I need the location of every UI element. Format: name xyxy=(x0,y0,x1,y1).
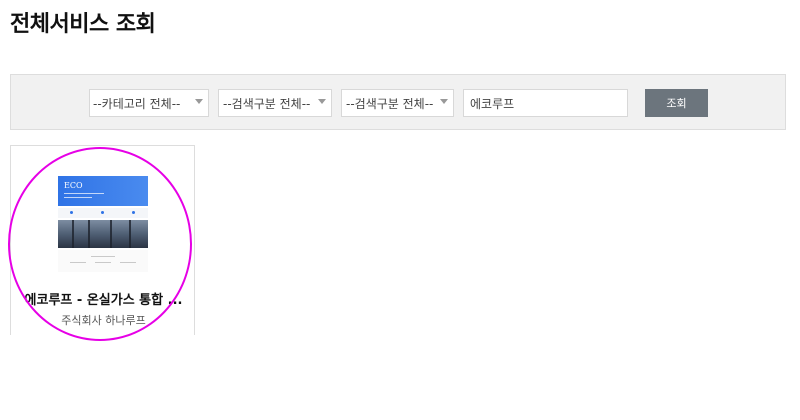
search-type-select-1[interactable]: --검색구분 전체-- xyxy=(218,89,332,117)
thumbnail-footer-line xyxy=(120,262,136,263)
thumbnail-photo-beam xyxy=(72,220,74,248)
category-select-label: --카테고리 전체-- xyxy=(93,96,181,111)
search-button[interactable]: 조회 xyxy=(645,89,708,117)
thumbnail-footer-line xyxy=(95,262,111,263)
search-panel: --카테고리 전체-- --검색구분 전체-- --검색구분 전체-- 조회 xyxy=(10,74,786,130)
service-card-company: 주식회사 하나루프 xyxy=(61,314,146,327)
search-type-select-1-label: --검색구분 전체-- xyxy=(223,96,311,111)
thumbnail-photo-beam xyxy=(88,220,90,248)
thumbnail-logo: ECO xyxy=(64,181,83,190)
thumbnail-feature-dot xyxy=(70,211,73,214)
thumbnail-photo xyxy=(58,220,148,248)
chevron-down-icon xyxy=(318,99,326,104)
page: 전체서비스 조회 --카테고리 전체-- --검색구분 전체-- --검색구분 … xyxy=(0,0,800,420)
search-type-select-2-label: --검색구분 전체-- xyxy=(346,96,434,111)
thumbnail-footer xyxy=(58,250,148,272)
thumbnail-feature-dot xyxy=(132,211,135,214)
thumbnail-feature-row xyxy=(58,208,148,218)
service-thumbnail[interactable]: ECO xyxy=(58,176,148,272)
thumbnail-hero: ECO xyxy=(58,176,148,206)
service-card[interactable]: ECO 에코루프 - 온실가스 통합 ... 주식회사 하나루프 xyxy=(10,145,195,335)
thumbnail-footer-line xyxy=(91,256,115,257)
search-type-select-2[interactable]: --검색구분 전체-- xyxy=(341,89,454,117)
thumbnail-text-line xyxy=(64,197,92,198)
service-card-title[interactable]: 에코루프 - 온실가스 통합 ... xyxy=(11,289,196,308)
thumbnail-text-line xyxy=(64,193,104,194)
thumbnail-photo-beam xyxy=(129,220,131,248)
thumbnail-footer-line xyxy=(70,262,86,263)
chevron-down-icon xyxy=(195,99,203,104)
search-input[interactable] xyxy=(463,89,628,117)
thumbnail-feature-dot xyxy=(101,211,104,214)
chevron-down-icon xyxy=(440,99,448,104)
category-select[interactable]: --카테고리 전체-- xyxy=(89,89,209,117)
thumbnail-photo-beam xyxy=(110,220,112,248)
page-title: 전체서비스 조회 xyxy=(10,12,156,37)
